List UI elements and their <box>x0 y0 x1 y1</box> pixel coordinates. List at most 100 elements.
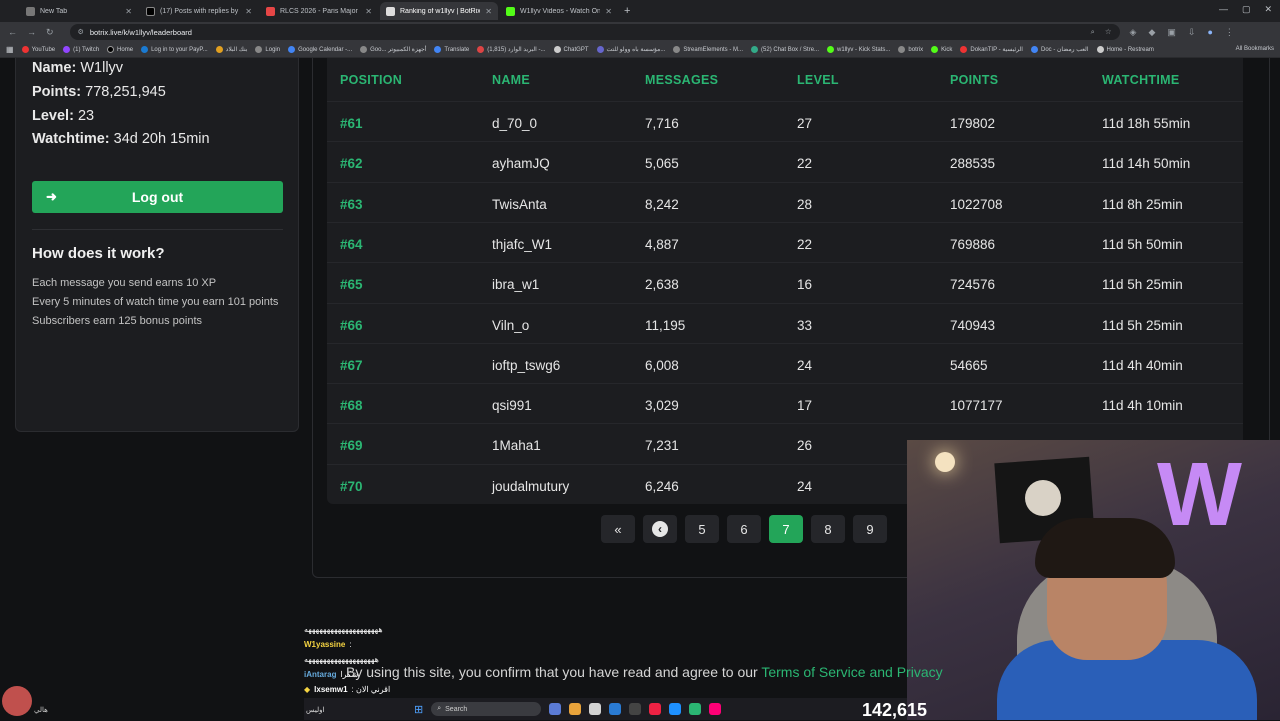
cell-name[interactable]: TwisAnta <box>492 197 547 212</box>
cell-name[interactable]: qsi991 <box>492 398 532 413</box>
close-icon[interactable]: ✕ <box>485 7 492 16</box>
cell-name[interactable]: joudalmutury <box>492 479 569 494</box>
extension-icon[interactable]: ▣ <box>1167 27 1176 38</box>
bookmark-item[interactable]: (1) Twitch <box>63 46 99 53</box>
cell-messages: 6,008 <box>645 357 679 373</box>
browser-tab[interactable]: New Tab ✕ <box>20 2 138 20</box>
cell-watchtime: 11d 4h 10min <box>1102 398 1183 414</box>
bookmark-item[interactable]: w1llyv - Kick Stats... <box>827 46 890 53</box>
taskbar-search[interactable]: ⌕ Search <box>431 702 542 716</box>
cell-messages: 2,638 <box>645 277 679 293</box>
bookmark-item[interactable]: Kick <box>931 46 952 53</box>
streamer-logo: W <box>1157 445 1242 545</box>
chevron-left-icon: ‹ <box>652 521 668 537</box>
cell-name[interactable]: ibra_w1 <box>492 277 539 292</box>
page-button-6[interactable]: 6 <box>727 515 761 543</box>
browser-tab-active[interactable]: Ranking of w1llyv | BotRix — Ch ✕ <box>380 2 498 20</box>
maximize-icon[interactable]: ▢ <box>1242 4 1251 15</box>
taskbar-app-icon[interactable] <box>569 703 582 715</box>
bookmark-item[interactable]: بنك البلاد <box>215 46 247 53</box>
page-button-7-current[interactable]: 7 <box>769 515 803 543</box>
new-tab-icon[interactable]: + <box>624 5 630 17</box>
taskbar-app-icon[interactable] <box>549 703 562 715</box>
taskbar-app-icon[interactable] <box>669 703 682 715</box>
prev-page-button[interactable]: ‹ <box>643 515 677 543</box>
logout-button[interactable]: ➜ Log out <box>32 181 283 213</box>
taskbar-app-icon[interactable] <box>689 703 702 715</box>
bookmark-item[interactable]: Home <box>107 46 133 53</box>
url-text: botrix.live/k/w1llyv/leaderboard <box>89 27 192 37</box>
header-name[interactable]: NAME <box>492 73 530 87</box>
profile-watchtime: Watchtime: 34d 20h 15min <box>32 131 210 147</box>
close-icon[interactable]: ✕ <box>365 7 372 16</box>
bookmark-star-icon[interactable]: ☆ <box>1105 27 1112 37</box>
cell-name[interactable]: ayhamJQ <box>492 156 550 171</box>
menu-icon[interactable]: ⋮ <box>1225 27 1234 38</box>
site-info-icon[interactable]: ⚙ <box>78 28 84 36</box>
downloads-icon[interactable]: ⇩ <box>1188 27 1196 38</box>
header-position[interactable]: POSITION <box>340 73 402 87</box>
header-messages[interactable]: MESSAGES <box>645 73 718 87</box>
bookmark-item[interactable]: Doc - العب رمضان <box>1030 46 1089 53</box>
terms-link[interactable]: Terms of Service and Privacy <box>761 664 942 680</box>
bookmark-item[interactable]: Login <box>255 46 280 53</box>
extension-icon[interactable]: ◆ <box>1148 27 1155 38</box>
cell-position: #67 <box>340 357 363 373</box>
header-points[interactable]: POINTS <box>950 73 998 87</box>
extension-icon[interactable]: ◈ <box>1130 27 1137 38</box>
cell-level: 22 <box>797 156 813 172</box>
taskbar-app-icon[interactable] <box>709 703 722 715</box>
cell-name[interactable]: 1Maha1 <box>492 438 541 453</box>
bookmark-item[interactable]: StreamElements - M... <box>673 46 743 53</box>
taskbar-app-icon[interactable] <box>629 703 642 715</box>
cell-name[interactable]: Viln_o <box>492 318 529 333</box>
back-icon[interactable]: ← <box>8 27 17 37</box>
page-button-9[interactable]: 9 <box>853 515 887 543</box>
cell-name[interactable]: d_70_0 <box>492 116 537 131</box>
browser-tab[interactable]: (17) Posts with replies by نبيل ✕ <box>140 2 258 20</box>
bookmark-item[interactable]: (1,815) البريد الوارد -... <box>477 46 546 53</box>
bookmark-item[interactable]: Home - Restream <box>1096 46 1154 53</box>
chat-message: ههههههههههههههههههههه <box>304 625 383 634</box>
windows-start-icon[interactable]: ⊞ <box>414 703 423 716</box>
close-icon[interactable]: ✕ <box>245 7 252 16</box>
forward-icon[interactable]: → <box>27 27 36 37</box>
bookmark-item[interactable]: Translate <box>434 46 469 53</box>
bookmark-item[interactable]: Goo... أجهزة الكمبيوتر <box>360 46 426 53</box>
close-icon[interactable]: ✕ <box>605 7 612 16</box>
cell-name[interactable]: thjafc_W1 <box>492 237 552 252</box>
cell-messages: 3,029 <box>645 398 679 414</box>
cell-messages: 4,887 <box>645 236 679 252</box>
close-icon[interactable]: ✕ <box>125 7 132 16</box>
zoom-icon[interactable]: ⌕ <box>1091 27 1095 37</box>
tab-title: W1llyv Videos - Watch On-Dem <box>520 7 601 15</box>
header-watchtime[interactable]: WATCHTIME <box>1102 73 1179 87</box>
bookmark-item[interactable]: ChatGPT <box>553 46 589 53</box>
bookmark-item[interactable]: YouTube <box>21 46 55 53</box>
minimize-icon[interactable]: — <box>1219 4 1228 15</box>
cell-points: 1077177 <box>950 398 1003 414</box>
all-bookmarks-button[interactable]: All Bookmarks <box>1236 46 1274 52</box>
bookmark-item[interactable]: DokanTIP - الرئيسية <box>960 46 1023 53</box>
profile-avatar-icon[interactable]: ● <box>1207 27 1212 38</box>
header-level[interactable]: LEVEL <box>797 73 839 87</box>
reload-icon[interactable]: ↻ <box>46 27 54 38</box>
url-input[interactable]: ⚙ botrix.live/k/w1llyv/leaderboard ⌕ ☆ <box>69 24 1120 40</box>
taskbar-app-icon[interactable] <box>649 703 662 715</box>
bookmark-item[interactable]: botrix <box>898 46 923 53</box>
stream-chat-overlay: ههههههههههههههههههههه W1yassine: ههههههه… <box>304 622 474 697</box>
bookmark-item[interactable]: (52) Chat Box / Stre... <box>751 46 819 53</box>
taskbar-app-icon[interactable] <box>589 703 602 715</box>
page-button-8[interactable]: 8 <box>811 515 845 543</box>
bookmark-item[interactable]: مؤسسة باه وولو للتت... <box>596 46 665 53</box>
apps-grid-icon[interactable]: ▦ <box>6 45 14 54</box>
browser-tab[interactable]: RLCS 2026 - Paris Major Middle ✕ <box>260 2 378 20</box>
bookmark-item[interactable]: Log in to your PayP... <box>141 46 208 53</box>
close-window-icon[interactable]: ✕ <box>1264 4 1272 15</box>
first-page-button[interactable]: « <box>601 515 635 543</box>
cell-name[interactable]: ioftp_tswg6 <box>492 358 560 373</box>
browser-tab[interactable]: W1llyv Videos - Watch On-Dem ✕ <box>500 2 618 20</box>
page-button-5[interactable]: 5 <box>685 515 719 543</box>
taskbar-app-icon[interactable] <box>609 703 622 715</box>
bookmark-item[interactable]: Google Calendar -... <box>288 46 352 53</box>
